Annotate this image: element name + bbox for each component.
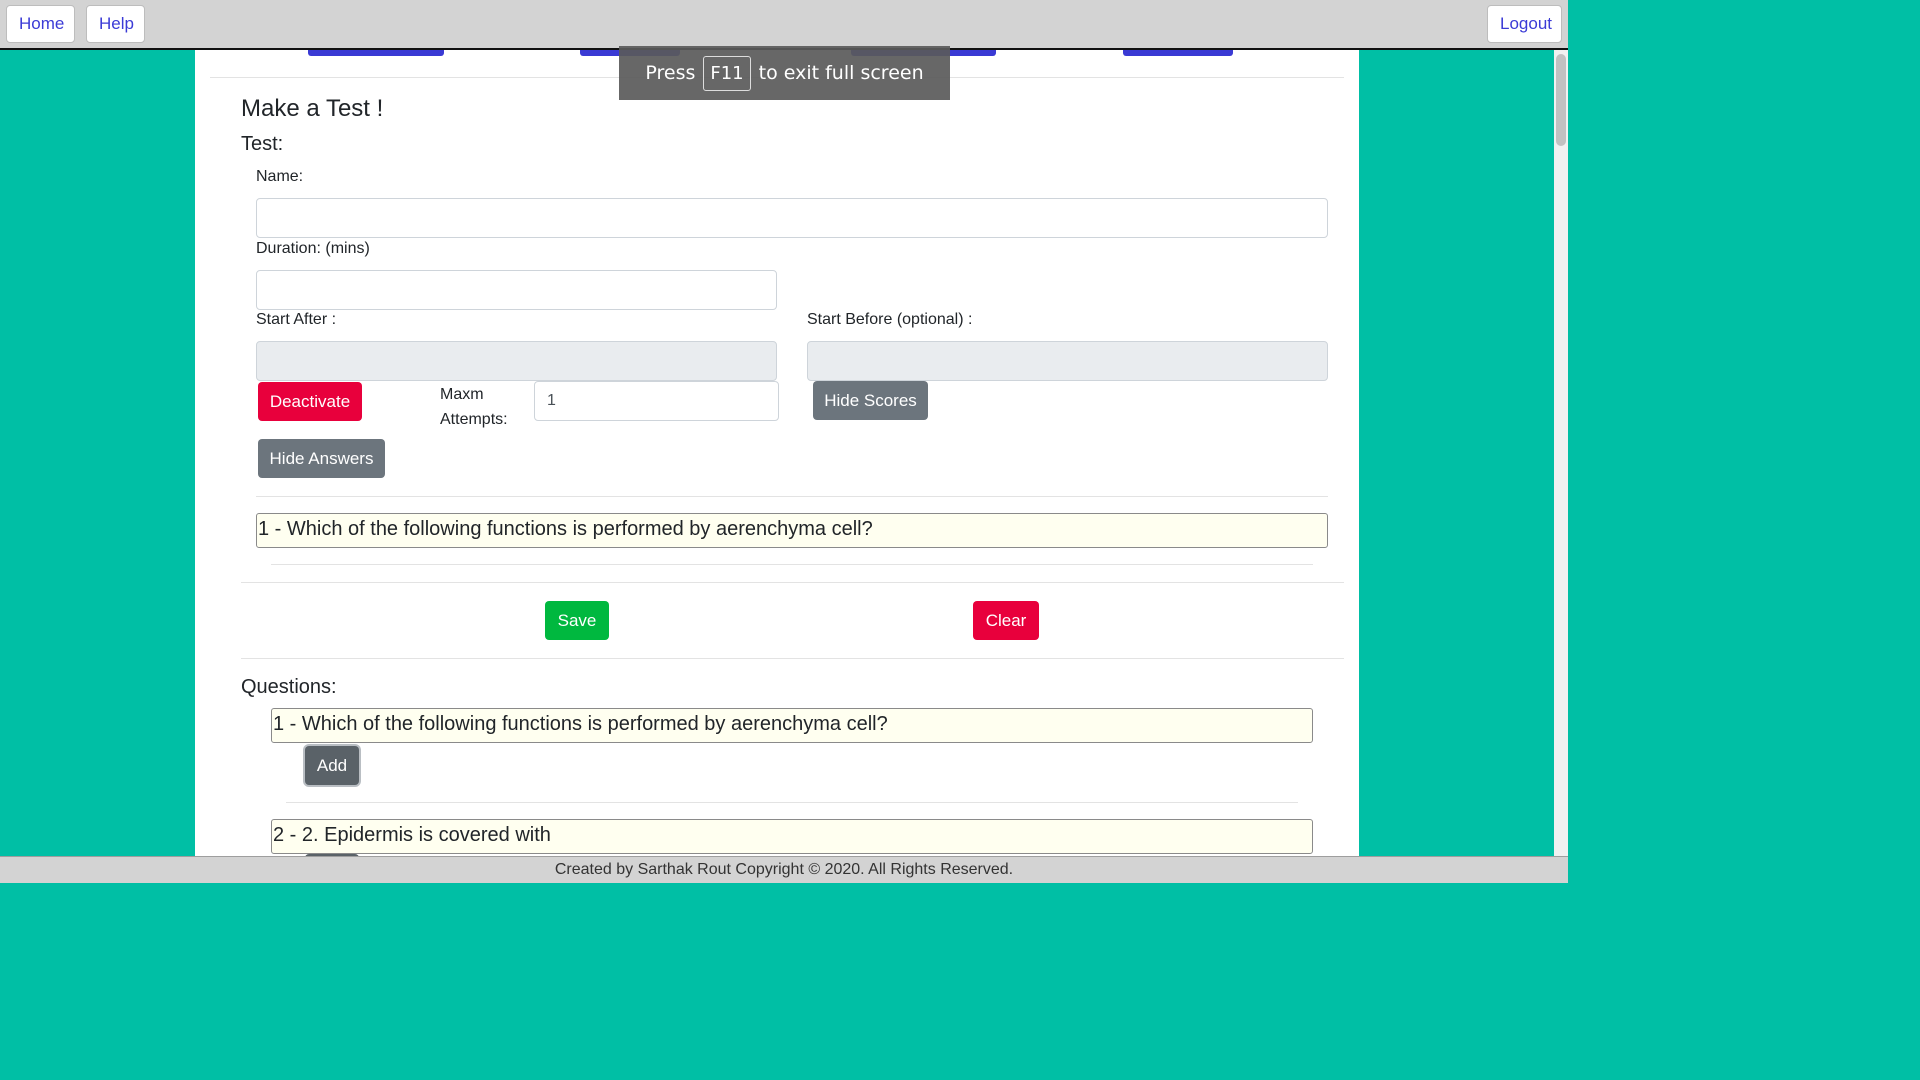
maxm-attempts-input[interactable]: 1 bbox=[534, 381, 779, 421]
start-before-label: Start Before (optional) : bbox=[807, 311, 973, 328]
divider bbox=[256, 496, 1328, 497]
maxm-attempts-label: Maxm Attempts: bbox=[440, 382, 508, 432]
question-item[interactable]: 2 - 2. Epidermis is covered with bbox=[271, 819, 1313, 854]
home-button[interactable]: Home bbox=[6, 5, 75, 43]
selected-question[interactable]: 1 - Which of the following functions is … bbox=[256, 513, 1328, 548]
logout-button[interactable]: Logout bbox=[1487, 5, 1562, 43]
duration-input[interactable] bbox=[256, 270, 777, 310]
start-before-input[interactable] bbox=[807, 341, 1328, 381]
fullscreen-press-text: Press bbox=[645, 62, 696, 84]
footer: Created by Sarthak Rout Copyright © 2020… bbox=[0, 856, 1568, 883]
questions-heading: Questions: bbox=[241, 676, 337, 698]
tab-indicator[interactable] bbox=[308, 50, 444, 56]
divider bbox=[241, 582, 1344, 583]
main-panel: Make a Test ! Test: Name: Duration: (min… bbox=[195, 50, 1359, 856]
hide-answers-button[interactable]: Hide Answers bbox=[258, 439, 385, 478]
tab-indicator[interactable] bbox=[1123, 50, 1233, 56]
start-after-label: Start After : bbox=[256, 311, 337, 328]
divider bbox=[241, 658, 1344, 659]
maxm-label-line1: Maxm bbox=[440, 386, 484, 403]
maxm-attempts-value: 1 bbox=[547, 392, 556, 409]
divider bbox=[286, 802, 1298, 803]
add-question-button[interactable]: Add bbox=[305, 746, 359, 785]
question-item[interactable]: 1 - Which of the following functions is … bbox=[271, 708, 1313, 743]
name-label: Name: bbox=[256, 168, 304, 185]
name-input[interactable] bbox=[256, 198, 1328, 238]
fullscreen-rest-text: to exit full screen bbox=[758, 62, 924, 84]
deactivate-button[interactable]: Deactivate bbox=[258, 382, 362, 421]
test-heading: Test: bbox=[241, 133, 284, 155]
maxm-label-line2: Attempts: bbox=[440, 411, 508, 428]
scrollbar-thumb[interactable] bbox=[1556, 54, 1566, 146]
save-button[interactable]: Save bbox=[545, 601, 609, 640]
help-button[interactable]: Help bbox=[86, 5, 145, 43]
start-after-input[interactable] bbox=[256, 341, 777, 381]
fullscreen-notice: Press F11 to exit full screen bbox=[619, 46, 950, 100]
clear-button[interactable]: Clear bbox=[973, 601, 1039, 640]
top-navbar: Home Help Logout bbox=[0, 0, 1568, 50]
divider bbox=[271, 564, 1313, 565]
duration-label: Duration: (mins) bbox=[256, 240, 370, 257]
page-title: Make a Test ! bbox=[241, 95, 384, 122]
hide-scores-button[interactable]: Hide Scores bbox=[813, 381, 928, 420]
f11-key: F11 bbox=[703, 55, 751, 91]
page-scrollbar[interactable] bbox=[1554, 50, 1568, 856]
